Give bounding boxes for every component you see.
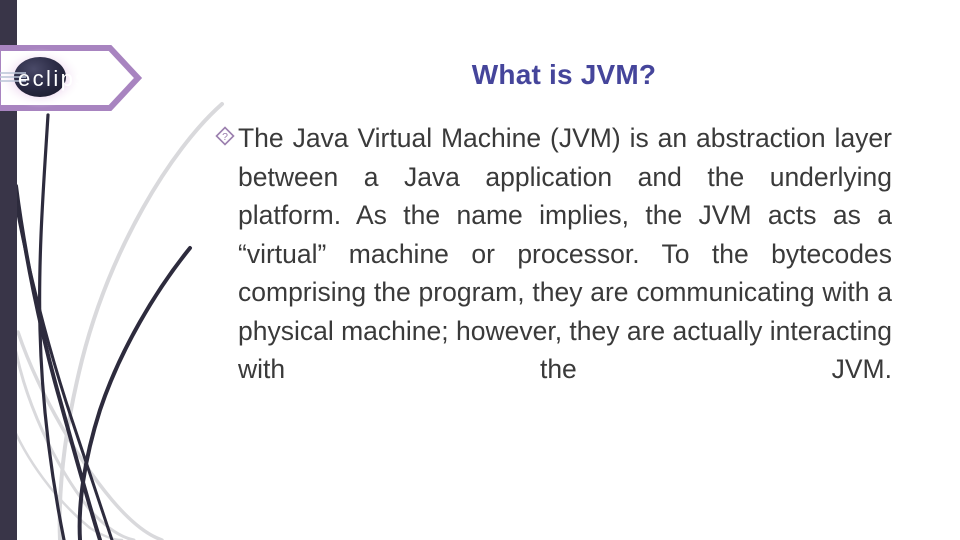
bullet-paragraph: The Java Virtual Machine (JVM) is an abs… [238,123,893,384]
page-title: What is JVM? [471,59,657,90]
bullet-list-item: ? The Java Virtual Machine (JVM) is an a… [214,119,892,427]
eclipse-logo: eclipse [0,42,144,114]
eclipse-wordmark: eclipse [18,66,103,91]
svg-text:?: ? [222,131,228,143]
slide-canvas: eclipse What is JVM? ? The Java Virtual … [0,0,960,540]
content-body: ? The Java Virtual Machine (JVM) is an a… [214,119,892,427]
diamond-question-icon: ? [214,125,236,147]
